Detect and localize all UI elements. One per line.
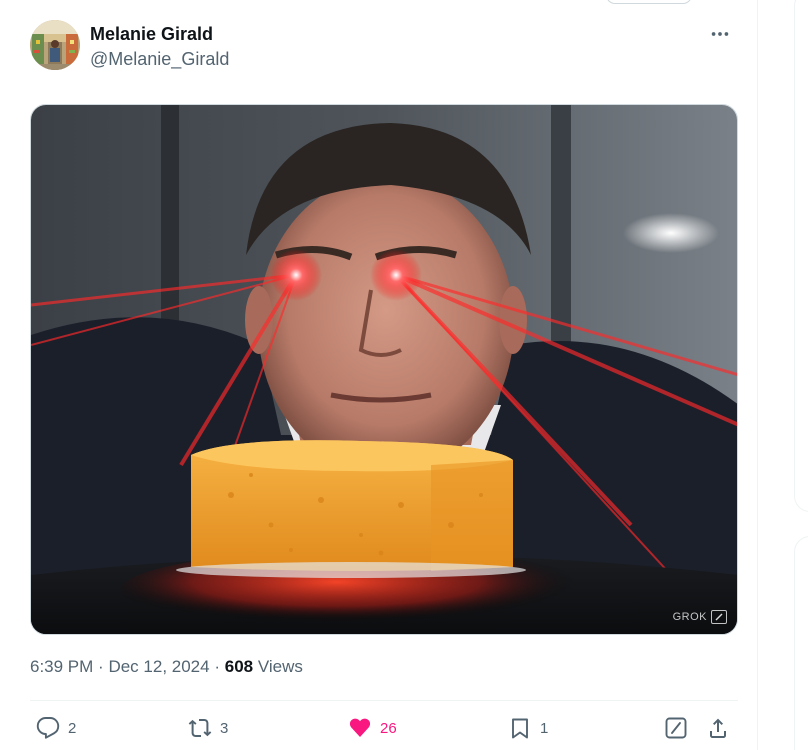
divider [30, 700, 738, 701]
tweet-image[interactable]: GROK [30, 104, 738, 635]
tweet-column: Melanie Girald @Melanie_Girald GROK 6:39… [0, 0, 758, 750]
like-count: 26 [380, 719, 397, 737]
bookmark-icon [512, 718, 528, 739]
bookmark-count: 1 [540, 719, 549, 737]
tweet-date[interactable]: Dec 12, 2024 [108, 657, 209, 676]
views-label: Views [257, 657, 303, 676]
meta-separator-2: · [214, 657, 220, 676]
grok-button[interactable] [664, 716, 688, 740]
tweet-image-art [31, 105, 737, 634]
sidebar-card-2 [794, 536, 808, 750]
meta-separator: · [98, 657, 104, 676]
share-button[interactable] [706, 716, 730, 740]
top-button-edge[interactable] [606, 0, 692, 4]
tweet-meta: 6:39 PM · Dec 12, 2024 · 608 Views [30, 656, 303, 678]
tweet-time[interactable]: 6:39 PM [30, 657, 93, 676]
action-bar: 2 3 26 1 [30, 712, 740, 750]
repost-icon [188, 719, 212, 737]
grok-watermark-label: GROK [672, 611, 707, 623]
avatar[interactable] [30, 20, 80, 70]
reply-icon [36, 717, 60, 739]
grok-icon [665, 717, 687, 739]
repost-count: 3 [220, 719, 229, 737]
grok-watermark-icon [711, 610, 727, 624]
more-button[interactable] [706, 20, 734, 48]
bookmark-button[interactable]: 1 [508, 716, 548, 740]
author-handle[interactable]: @Melanie_Girald [90, 48, 229, 70]
sidebar-card [794, 0, 808, 512]
share-icon [710, 718, 726, 738]
reply-button[interactable]: 2 [36, 716, 76, 740]
more-icon [711, 32, 729, 36]
author-name[interactable]: Melanie Girald [90, 23, 213, 45]
avatar-image [30, 20, 80, 70]
repost-button[interactable]: 3 [188, 716, 228, 740]
grok-watermark: GROK [673, 610, 727, 624]
like-icon [349, 718, 371, 737]
tweet-header: Melanie Girald @Melanie_Girald [30, 20, 740, 72]
reply-count: 2 [68, 719, 77, 737]
like-button[interactable]: 26 [348, 716, 397, 740]
views-count: 608 [224, 657, 254, 676]
